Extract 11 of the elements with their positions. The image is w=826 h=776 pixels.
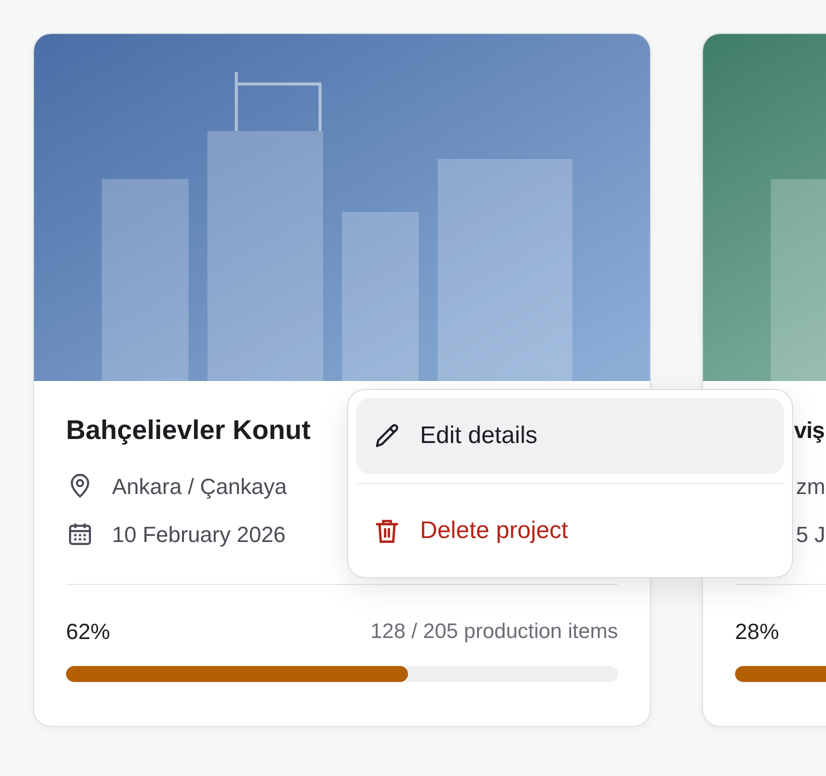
progress-percent: 62%: [66, 618, 110, 646]
date-text: 5 J: [796, 520, 826, 548]
location-text: zmi: [796, 472, 826, 500]
items-count: 128 / 205 production items: [370, 618, 618, 645]
menu-item[interactable]: Delete project: [356, 493, 784, 569]
project-title: viş: [794, 416, 824, 445]
progress-percent: 28%: [735, 618, 780, 646]
date-text: 10 February 2026: [112, 520, 286, 549]
location-text: Ankara / Çankaya: [112, 472, 287, 501]
project-title: Bahçelievler Konut: [66, 414, 311, 447]
menu-item[interactable]: Edit details: [356, 398, 784, 474]
